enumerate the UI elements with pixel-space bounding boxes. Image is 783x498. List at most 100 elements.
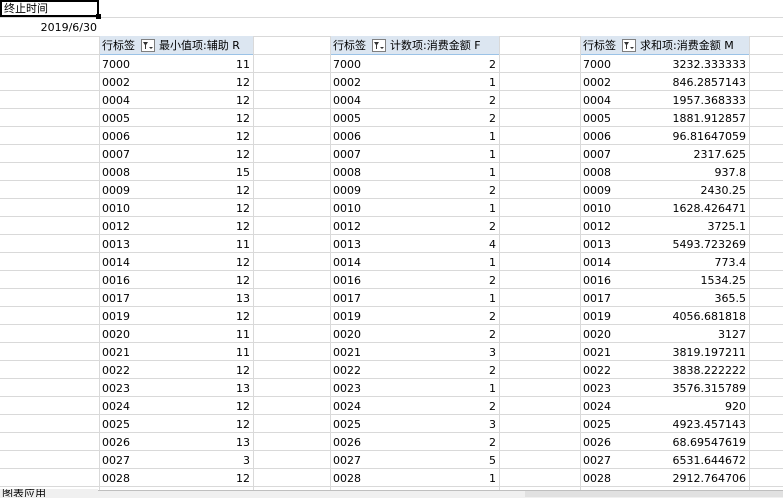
pivot-row[interactable]: 0017 13 — [100, 289, 253, 307]
pivot-row[interactable]: 7000 11 — [100, 55, 253, 73]
pivot-row[interactable]: 0020 2 — [331, 325, 499, 343]
pivot-row[interactable]: 0012 2 — [331, 217, 499, 235]
horizontal-scrollbar[interactable] — [525, 491, 783, 497]
cell-a2[interactable]: 2019/6/30 — [0, 19, 97, 36]
pivot-row[interactable]: 0027 3 — [100, 451, 253, 469]
row-value: 12 — [236, 417, 250, 431]
pivot-row[interactable]: 0007 2317.625 — [581, 145, 749, 163]
pivot-row[interactable]: 0007 12 — [100, 145, 253, 163]
pivot-row[interactable]: 0008 15 — [100, 163, 253, 181]
pivot-table-count[interactable]: 行标签 计数项:消费金额 F 7000 2 0002 1 0004 2 0005 2 0006 1 00… — [331, 36, 499, 487]
pivot-row[interactable]: 0010 1628.426471 — [581, 199, 749, 217]
pivot-row[interactable]: 0010 1 — [331, 199, 499, 217]
pivot-row[interactable]: 0009 2 — [331, 181, 499, 199]
pivot-row[interactable]: 0023 1 — [331, 379, 499, 397]
pivot-row[interactable]: 0028 1 — [331, 469, 499, 487]
pivot-table-min[interactable]: 行标签 最小值项:辅助 R 7000 11 0002 12 0004 12 0005 12 0006… — [100, 36, 253, 487]
pivot-row[interactable]: 7000 3232.333333 — [581, 55, 749, 73]
row-key: 0004 — [583, 93, 611, 107]
row-value: 3819.197211 — [672, 345, 746, 359]
pivot-row[interactable]: 0016 12 — [100, 271, 253, 289]
pivot-row[interactable]: 0004 1957.368333 — [581, 91, 749, 109]
pivot-row[interactable]: 0022 2 — [331, 361, 499, 379]
pivot-row[interactable]: 0024 2 — [331, 397, 499, 415]
row-value: 1 — [489, 255, 496, 269]
row-value: 96.81647059 — [672, 129, 746, 143]
sheet-tab[interactable]: 图表应用 — [0, 489, 98, 497]
pivot-row[interactable]: 0026 2 — [331, 433, 499, 451]
row-key: 0002 — [102, 75, 130, 89]
row-key: 0016 — [333, 273, 361, 287]
pivot-row[interactable]: 0022 12 — [100, 361, 253, 379]
pivot-row[interactable]: 0026 13 — [100, 433, 253, 451]
row-value: 1 — [489, 165, 496, 179]
row-label-header: 行标签 — [583, 39, 616, 52]
pivot-row[interactable]: 0025 3 — [331, 415, 499, 433]
pivot-row[interactable]: 0023 13 — [100, 379, 253, 397]
pivot-row[interactable]: 0022 3838.222222 — [581, 361, 749, 379]
pivot-row[interactable]: 0028 2912.764706 — [581, 469, 749, 487]
pivot-row[interactable]: 0025 12 — [100, 415, 253, 433]
pivot-row[interactable]: 0014 773.4 — [581, 253, 749, 271]
filter-dropdown-icon[interactable] — [372, 38, 386, 52]
pivot-row[interactable]: 0027 6531.644672 — [581, 451, 749, 469]
pivot-row[interactable]: 0006 96.81647059 — [581, 127, 749, 145]
pivot-row[interactable]: 0013 11 — [100, 235, 253, 253]
row-key: 0008 — [333, 165, 361, 179]
row-key: 0028 — [102, 471, 130, 485]
pivot-row[interactable]: 0027 5 — [331, 451, 499, 469]
row-key: 0027 — [102, 453, 130, 467]
pivot-row[interactable]: 0020 3127 — [581, 325, 749, 343]
pivot-row[interactable]: 0006 1 — [331, 127, 499, 145]
pivot-row[interactable]: 0002 12 — [100, 73, 253, 91]
pivot-row[interactable]: 0028 12 — [100, 469, 253, 487]
pivot-row[interactable]: 0019 12 — [100, 307, 253, 325]
pivot-row[interactable]: 0016 1534.25 — [581, 271, 749, 289]
pivot-row[interactable]: 0005 2 — [331, 109, 499, 127]
pivot-row[interactable]: 0026 68.69547619 — [581, 433, 749, 451]
pivot-row[interactable]: 0021 3 — [331, 343, 499, 361]
pivot-row[interactable]: 0002 846.2857143 — [581, 73, 749, 91]
row-key: 0019 — [583, 309, 611, 323]
pivot-row[interactable]: 0009 12 — [100, 181, 253, 199]
pivot-row[interactable]: 0013 5493.723269 — [581, 235, 749, 253]
value-field-header[interactable]: 求和项:消费金额 M — [640, 37, 734, 53]
cell-a1[interactable]: 终止时间 — [0, 0, 99, 17]
value-field-header[interactable]: 计数项:消费金额 F — [390, 37, 481, 53]
pivot-row[interactable]: 0021 3819.197211 — [581, 343, 749, 361]
pivot-row[interactable]: 0016 2 — [331, 271, 499, 289]
pivot-row[interactable]: 0014 12 — [100, 253, 253, 271]
pivot-row[interactable]: 0019 4056.681818 — [581, 307, 749, 325]
filter-dropdown-icon[interactable] — [141, 38, 155, 52]
pivot-row[interactable]: 0020 11 — [100, 325, 253, 343]
pivot-row[interactable]: 0008 937.8 — [581, 163, 749, 181]
pivot-row[interactable]: 0004 12 — [100, 91, 253, 109]
pivot-row[interactable]: 0010 12 — [100, 199, 253, 217]
pivot-row[interactable]: 0005 12 — [100, 109, 253, 127]
row-value: 2 — [489, 57, 496, 71]
pivot-table-sum[interactable]: 行标签 求和项:消费金额 M 7000 3232.333333 0002 846.2857… — [581, 36, 749, 487]
row-value: 12 — [236, 363, 250, 377]
pivot-row[interactable]: 7000 2 — [331, 55, 499, 73]
pivot-row[interactable]: 0012 3725.1 — [581, 217, 749, 235]
pivot-row[interactable]: 0019 2 — [331, 307, 499, 325]
value-field-header[interactable]: 最小值项:辅助 R — [159, 37, 240, 53]
pivot-row[interactable]: 0021 11 — [100, 343, 253, 361]
pivot-row[interactable]: 0017 365.5 — [581, 289, 749, 307]
pivot-row[interactable]: 0012 12 — [100, 217, 253, 235]
pivot-row[interactable]: 0017 1 — [331, 289, 499, 307]
pivot-row[interactable]: 0024 12 — [100, 397, 253, 415]
pivot-row[interactable]: 0025 4923.457143 — [581, 415, 749, 433]
pivot-row[interactable]: 0004 2 — [331, 91, 499, 109]
pivot-row[interactable]: 0006 12 — [100, 127, 253, 145]
pivot-row[interactable]: 0023 3576.315789 — [581, 379, 749, 397]
filter-dropdown-icon[interactable] — [622, 38, 636, 52]
pivot-row[interactable]: 0013 4 — [331, 235, 499, 253]
pivot-row[interactable]: 0024 920 — [581, 397, 749, 415]
pivot-row[interactable]: 0005 1881.912857 — [581, 109, 749, 127]
pivot-row[interactable]: 0009 2430.25 — [581, 181, 749, 199]
pivot-row[interactable]: 0002 1 — [331, 73, 499, 91]
pivot-row[interactable]: 0007 1 — [331, 145, 499, 163]
pivot-row[interactable]: 0008 1 — [331, 163, 499, 181]
pivot-row[interactable]: 0014 1 — [331, 253, 499, 271]
